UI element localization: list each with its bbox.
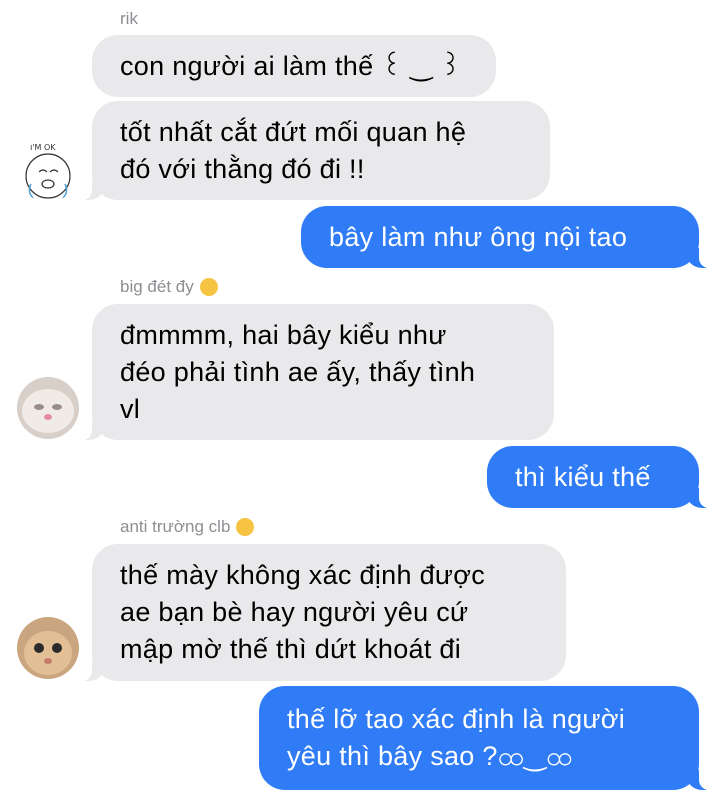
avatar-cat-icon [17, 617, 79, 679]
message-text: thế lỡ tao xác định là người yêu thì bây… [287, 704, 626, 771]
avatar-sticker-text: I'M OK [30, 143, 56, 152]
ok-hand-emoji-icon [236, 518, 255, 536]
message-text: thì kiểu thế [515, 461, 651, 492]
avatar-rik-sticker-icon: I'M OK [25, 143, 71, 199]
avatar-anti[interactable] [17, 617, 79, 679]
message-text: đmmmm, hai bây kiểu như đéo phải tình ae… [120, 319, 476, 424]
avatar-cat-icon [17, 377, 79, 439]
message-bubble-incoming[interactable]: tốt nhất cắt đứt mối quan hệ đó với thằn… [82, 101, 550, 200]
message-bubble-incoming[interactable]: đmmmm, hai bây kiểu như đéo phải tình ae… [82, 304, 554, 440]
message-bubble-outgoing[interactable]: thế lỡ tao xác định là người yêu thì bây… [259, 686, 709, 790]
sender-name-rik: rik [120, 9, 138, 28]
message-bubble-outgoing[interactable]: thì kiểu thế [487, 446, 709, 508]
message-text: bây làm như ông nội tao [329, 221, 628, 252]
sender-name-big: big đét đy [120, 277, 218, 297]
message-bubble-incoming[interactable]: thế mày không xác định được ae bạn bè ha… [82, 544, 566, 681]
message-text: thế mày không xác định được ae bạn bè ha… [120, 560, 486, 664]
baby-emoji-icon [199, 278, 218, 296]
avatar-big[interactable] [17, 377, 79, 439]
message-text: tốt nhất cắt đứt mối quan hệ đó với thằn… [120, 116, 467, 184]
message-text: con người ai làm thế ꒰ ‿ ꒱ [120, 50, 462, 81]
sender-name-anti: anti trường clb [120, 517, 255, 537]
message-bubble-incoming[interactable]: con người ai làm thế ꒰ ‿ ꒱ [92, 35, 496, 97]
avatar-rik[interactable]: I'M OK [17, 140, 79, 202]
message-bubble-outgoing[interactable]: bây làm như ông nội tao [301, 206, 709, 268]
